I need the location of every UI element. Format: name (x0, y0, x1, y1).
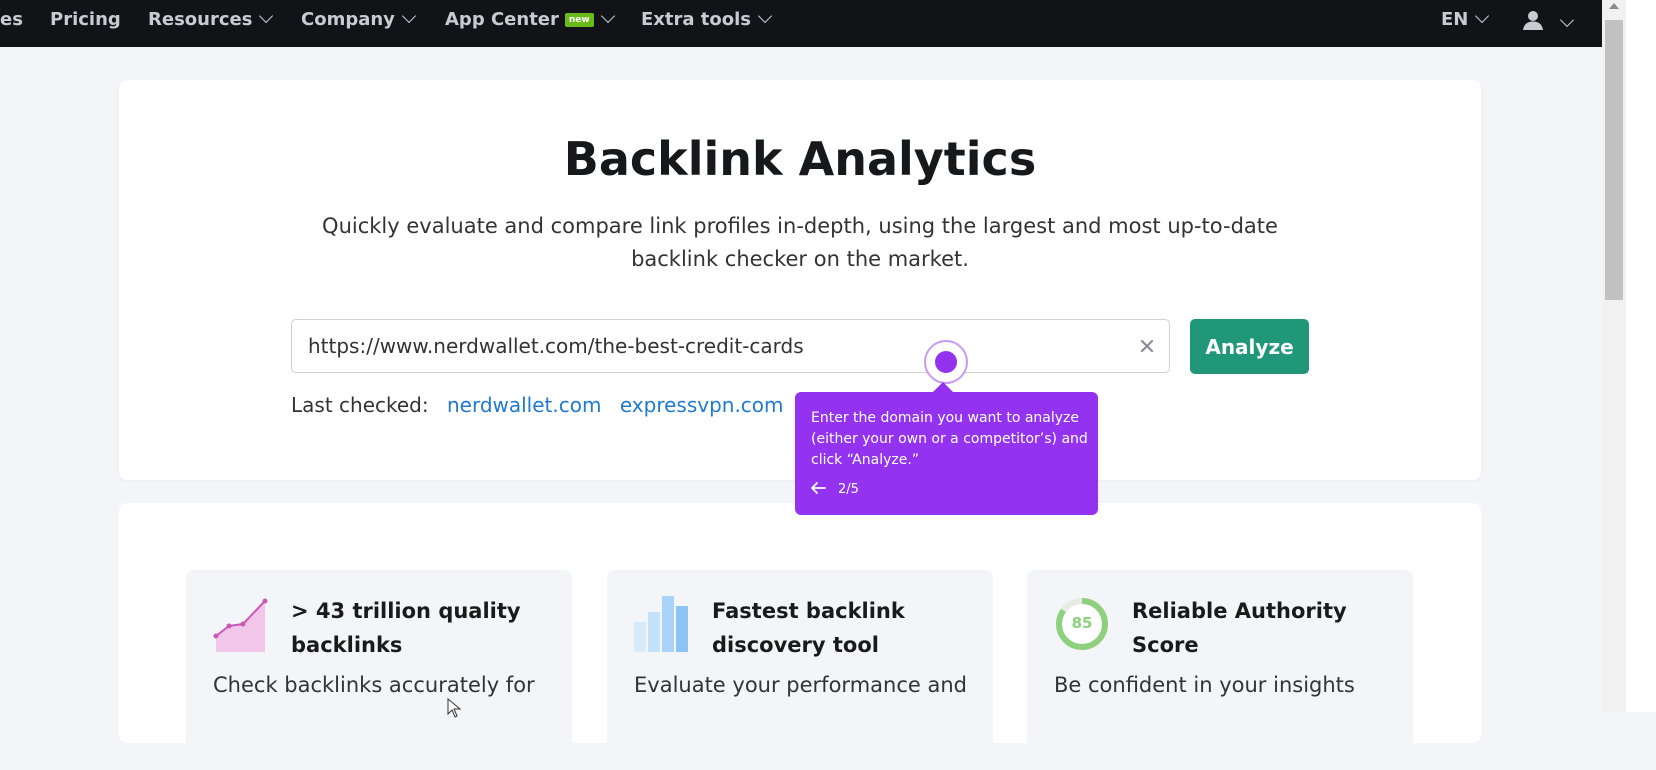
page-subtitle: Quickly evaluate and compare link profil… (322, 214, 1278, 271)
user-menu[interactable] (1522, 0, 1575, 40)
arrow-left-icon[interactable] (809, 480, 827, 496)
domain-search-box (291, 319, 1170, 373)
last-checked-link[interactable]: expressvpn.com (620, 393, 784, 417)
feature-text: Evaluate your performance and (634, 673, 967, 697)
chevron-down-icon (401, 8, 416, 24)
last-checked-row: Last checked: nerdwallet.com expressvpn.… (291, 393, 784, 417)
nav-item-label: Extra tools (641, 9, 752, 30)
feature-title: Fastest backlink discovery tool (712, 599, 905, 657)
last-checked-link[interactable]: nerdwallet.com (447, 393, 602, 417)
vertical-scrollbar[interactable] (1602, 0, 1626, 712)
features-card: > 43 trillion quality backlinks Check ba… (119, 503, 1481, 770)
chevron-down-icon (259, 8, 274, 24)
bar-chart-icon (634, 596, 688, 652)
nav-item-label: Resources (148, 9, 253, 30)
feature-title: Reliable Authority Score (1132, 599, 1347, 657)
nav-item-extra-tools[interactable]: Extra tools (641, 0, 773, 40)
nav-item-resources[interactable]: Resources (148, 0, 274, 40)
line-chart-icon (213, 598, 268, 652)
chevron-down-icon (600, 8, 615, 24)
user-icon (1523, 11, 1543, 30)
nav-item-label: Company (301, 9, 395, 30)
feature-tile: 85 Reliable Authority Score Be confident… (1027, 570, 1413, 770)
chevron-down-icon (757, 8, 773, 24)
onboarding-tooltip: Enter the domain you want to analyze (ei… (795, 382, 1098, 515)
nav-item-app-center[interactable]: App Center new (445, 0, 615, 40)
nav-item-label: es (0, 9, 23, 30)
feature-text: Check backlinks accurately for (213, 673, 535, 697)
chevron-down-icon (1475, 8, 1490, 24)
language-label: EN (1441, 9, 1469, 30)
nav-item-partial[interactable]: es (0, 0, 23, 40)
feature-text: Be confident in your insights (1054, 673, 1355, 697)
mouse-cursor-icon (447, 698, 462, 718)
window-gutter (1626, 0, 1656, 712)
scroll-up-arrow-icon[interactable] (1609, 3, 1619, 9)
last-checked-label: Last checked: (291, 393, 429, 417)
close-icon[interactable] (1137, 336, 1157, 356)
analyze-button[interactable]: Analyze (1190, 319, 1309, 374)
nav-item-label: App Center (445, 9, 559, 30)
page-title: Backlink Analytics (563, 132, 1037, 186)
scrollbar-thumb[interactable] (1605, 20, 1623, 300)
new-badge: new (564, 13, 594, 27)
tooltip-text: Enter the domain you want to analyze (ei… (811, 410, 1088, 468)
domain-input[interactable] (308, 320, 1098, 372)
onboarding-hotspot-icon[interactable] (922, 338, 970, 386)
top-navigation: es Pricing Resources Company App Center n… (0, 0, 1602, 47)
language-selector[interactable]: EN (1441, 0, 1490, 40)
tooltip-step-counter: 2/5 (838, 482, 859, 497)
nav-item-pricing[interactable]: Pricing (50, 0, 121, 40)
feature-tile: Fastest backlink discovery tool Evaluate… (607, 570, 993, 770)
nav-item-label: Pricing (50, 9, 121, 30)
authority-score-value: 85 (1071, 614, 1093, 632)
chevron-down-icon (1559, 12, 1575, 28)
nav-item-company[interactable]: Company (301, 0, 416, 40)
feature-tile: > 43 trillion quality backlinks Check ba… (186, 570, 572, 770)
feature-title: > 43 trillion quality backlinks (291, 599, 521, 657)
